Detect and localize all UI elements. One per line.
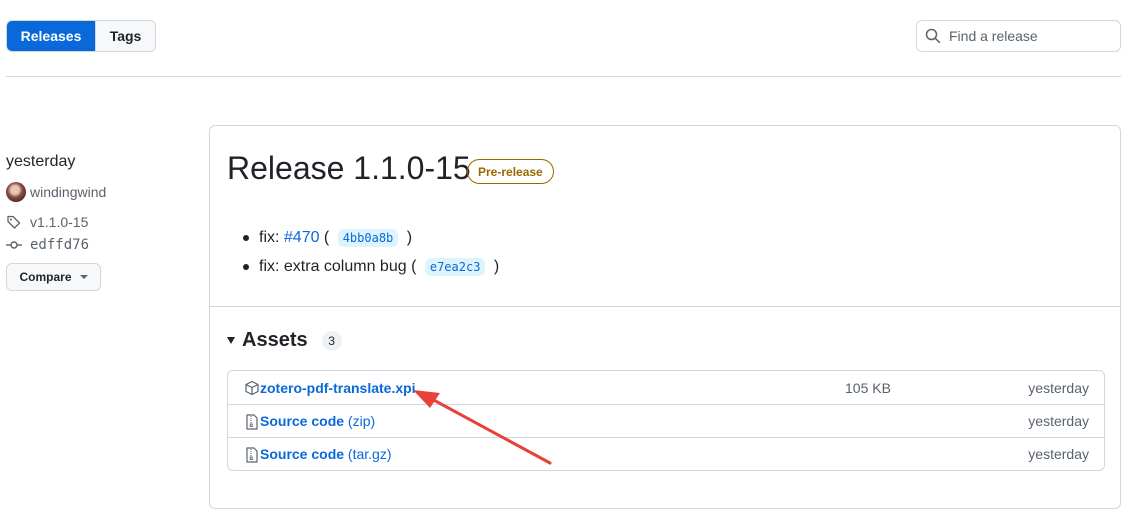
asset-download-link[interactable]: zotero-pdf-translate.xpi	[260, 380, 416, 396]
card-divider	[210, 306, 1120, 307]
avatar[interactable]	[6, 182, 26, 202]
commit-icon	[6, 241, 22, 249]
asset-download-link[interactable]: Source code (zip)	[260, 413, 375, 429]
note-paren-open: (	[406, 257, 421, 275]
list-item: fix: #470 ( 4bb0a8b )	[243, 223, 499, 252]
asset-date: yesterday	[1028, 379, 1089, 396]
note-paren-open: (	[319, 228, 334, 246]
release-notes: fix: #470 ( 4bb0a8b ) fix: extra column …	[243, 223, 499, 281]
asset-name[interactable]: Source code	[260, 413, 344, 429]
asset-name[interactable]: zotero-pdf-translate.xpi	[260, 380, 416, 396]
asset-format[interactable]: (tar.gz)	[344, 446, 392, 462]
commit-row[interactable]: edffd76	[6, 237, 89, 253]
commit-sha[interactable]: edffd76	[30, 237, 89, 253]
file-zip-icon	[246, 414, 258, 430]
asset-row: Source code (zip) yesterday	[228, 404, 1104, 437]
tag-row[interactable]: v1.1.0-15	[6, 214, 88, 230]
assets-toggle[interactable]: Assets 3	[227, 329, 342, 352]
compare-button[interactable]: Compare	[6, 263, 101, 291]
release-search-box[interactable]	[916, 20, 1121, 52]
releases-tab[interactable]: Releases	[7, 21, 95, 51]
asset-size: 105 KB	[845, 379, 891, 396]
author-name[interactable]: windingwind	[30, 184, 106, 200]
list-item: fix: extra column bug ( e7ea2c3 )	[243, 252, 499, 281]
assets-count-badge: 3	[321, 330, 342, 351]
note-paren-close: )	[402, 228, 413, 246]
prerelease-badge: Pre-release	[467, 159, 554, 184]
chevron-down-icon	[79, 275, 88, 279]
author-row[interactable]: windingwind	[6, 182, 106, 202]
asset-download-link[interactable]: Source code (tar.gz)	[260, 446, 392, 462]
compare-label: Compare	[19, 270, 72, 284]
asset-name[interactable]: Source code	[260, 446, 344, 462]
commit-link[interactable]: 4bb0a8b	[337, 228, 399, 247]
asset-format[interactable]: (zip)	[344, 413, 375, 429]
search-input[interactable]	[949, 28, 1109, 44]
commit-link[interactable]: e7ea2c3	[424, 257, 486, 276]
note-text: fix:	[259, 228, 284, 246]
search-icon	[925, 28, 941, 44]
release-card: Release 1.1.0-15 Pre-release fix: #470 (…	[209, 125, 1121, 509]
issue-link[interactable]: #470	[284, 229, 320, 247]
package-icon	[245, 380, 259, 396]
asset-row: zotero-pdf-translate.xpi 105 KB yesterda…	[228, 371, 1104, 404]
header-divider	[6, 76, 1121, 77]
note-paren-close: )	[489, 257, 500, 275]
assets-heading: Assets	[242, 329, 308, 351]
tag-icon	[7, 215, 21, 229]
assets-list: zotero-pdf-translate.xpi 105 KB yesterda…	[227, 370, 1105, 471]
release-title[interactable]: Release 1.1.0-15	[227, 150, 471, 187]
asset-date: yesterday	[1028, 446, 1089, 462]
asset-date: yesterday	[1028, 413, 1089, 429]
release-date: yesterday	[6, 153, 76, 170]
triangle-down-icon	[227, 337, 235, 344]
tag-name[interactable]: v1.1.0-15	[30, 214, 88, 230]
file-zip-icon	[246, 447, 258, 463]
asset-row: Source code (tar.gz) yesterday	[228, 437, 1104, 470]
release-tag-tabs: Releases Tags	[6, 20, 156, 52]
note-text: fix: extra column bug	[259, 257, 407, 275]
tags-tab[interactable]: Tags	[95, 21, 155, 51]
